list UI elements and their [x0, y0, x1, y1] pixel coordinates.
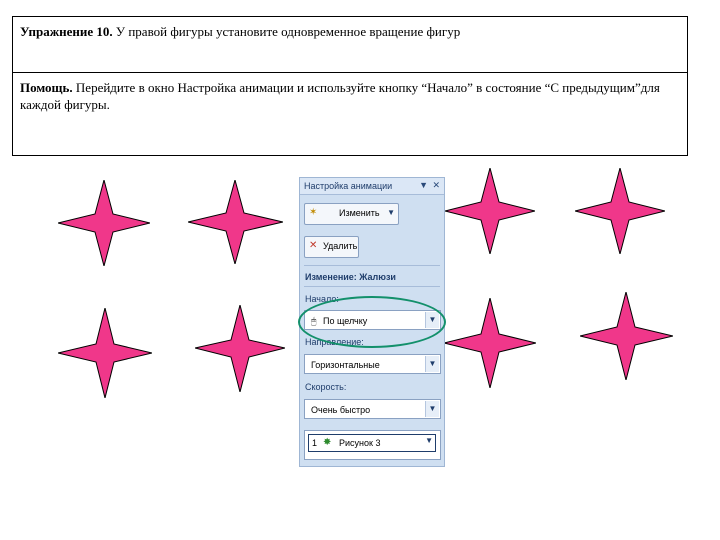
divider: [304, 286, 440, 287]
list-item-number: 1: [312, 438, 318, 448]
change-effect-label: Изменить: [339, 208, 380, 218]
dropdown-arrow-icon[interactable]: ▼: [425, 401, 439, 417]
change-effect-button[interactable]: ✶ Изменить ▼: [304, 203, 399, 225]
star-shape-1[interactable]: [58, 180, 150, 266]
effect-heading: Изменение: Жалюзи: [305, 272, 396, 282]
exercise-title: Упражнение 10. У правой фигуры установит…: [20, 23, 460, 40]
dropdown-arrow-icon[interactable]: ▼: [425, 356, 439, 372]
panel-title: Настройка анимации: [304, 181, 393, 191]
exercise-title-row: Упражнение 10. У правой фигуры установит…: [13, 17, 687, 73]
direction-dropdown[interactable]: Горизонтальные ▼: [304, 354, 441, 374]
speed-value: Очень быстро: [311, 405, 371, 415]
delete-icon: ✕: [309, 240, 318, 251]
speed-label: Скорость:: [305, 382, 347, 392]
star-shape-3[interactable]: [58, 308, 152, 398]
exercise-help: Помощь. Перейдите в окно Настройка анима…: [20, 79, 677, 113]
panel-title-bar: Настройка анимации ▼ ✕: [300, 178, 444, 195]
star-shape-5[interactable]: [445, 168, 535, 254]
star-shape-8[interactable]: [580, 292, 673, 380]
star-shape-4[interactable]: [195, 305, 285, 392]
highlight-ellipse: [298, 296, 446, 348]
direction-value: Горизонтальные: [311, 360, 380, 370]
dropdown-arrow-icon[interactable]: ▼: [419, 180, 428, 190]
animation-list: 1 ✸ Рисунок 3 ▼: [304, 430, 441, 460]
star-shape-2[interactable]: [188, 180, 283, 264]
star-shape-7[interactable]: [444, 298, 536, 388]
effect-star-icon: ✸: [323, 437, 332, 448]
chevron-down-icon[interactable]: ▼: [425, 436, 433, 445]
divider: [304, 265, 440, 266]
exercise-title-bold: Упражнение 10.: [20, 24, 113, 39]
list-item[interactable]: 1 ✸ Рисунок 3 ▼: [308, 434, 436, 452]
exercise-help-bold: Помощь.: [20, 80, 73, 95]
exercise-title-text: У правой фигуры установите одновременное…: [112, 24, 461, 39]
change-effect-icon: ✶: [309, 207, 318, 218]
close-icon[interactable]: ✕: [432, 180, 440, 191]
exercise-help-text: Перейдите в окно Настройка анимации и ис…: [20, 80, 660, 112]
delete-label: Удалить: [323, 241, 358, 251]
list-item-label: Рисунок 3: [339, 438, 381, 448]
delete-button[interactable]: ✕ Удалить: [304, 236, 359, 258]
speed-dropdown[interactable]: Очень быстро ▼: [304, 399, 441, 419]
star-shape-6[interactable]: [575, 168, 665, 254]
chevron-down-icon: ▼: [387, 208, 395, 217]
exercise-box: Упражнение 10. У правой фигуры установит…: [12, 16, 688, 156]
